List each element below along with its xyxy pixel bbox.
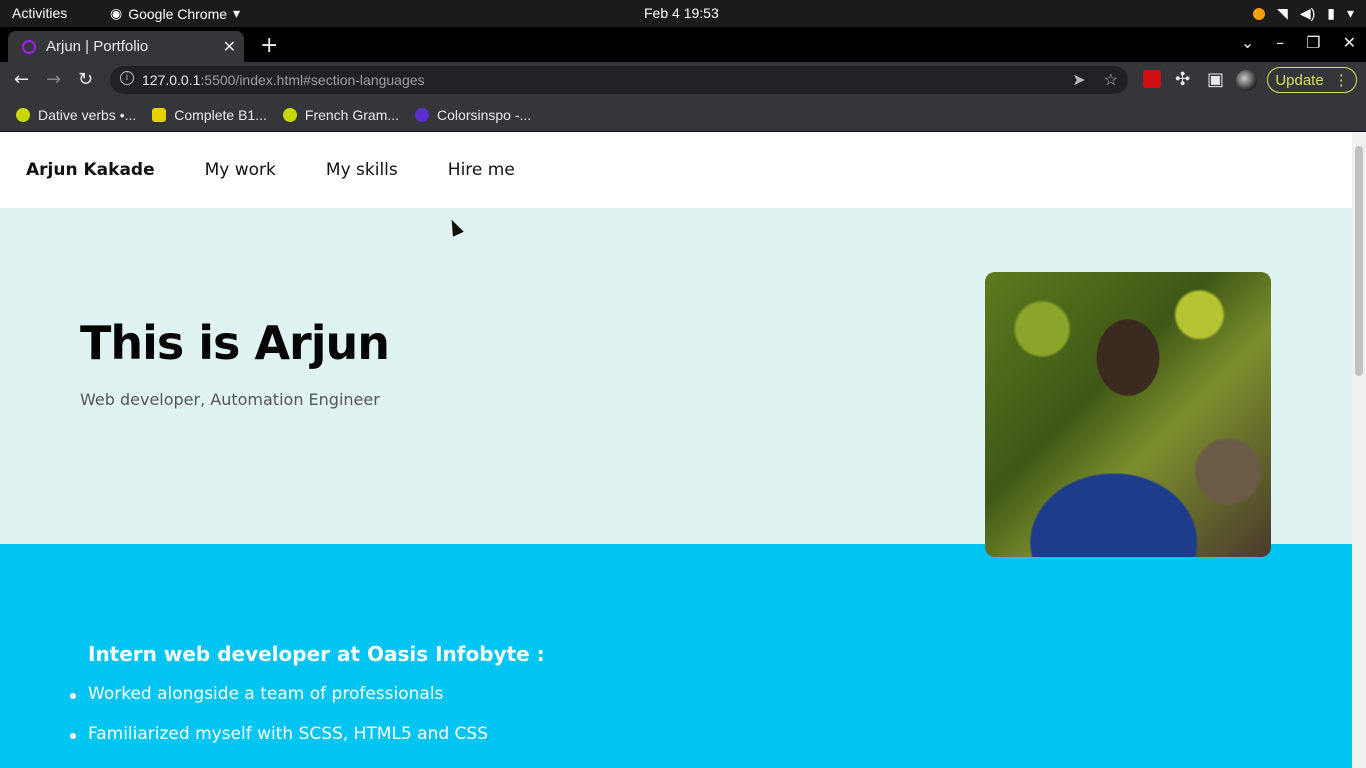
work-section: Intern web developer at Oasis Infobyte :…: [0, 544, 1352, 768]
profile-avatar[interactable]: [1236, 70, 1257, 91]
site-navbar: Arjun Kakade My work My skills Hire me: [0, 132, 1352, 208]
hero-title: This is Arjun: [80, 316, 390, 370]
window-controls: ⌄ – ❐ ✕: [1241, 33, 1356, 52]
chevron-down-icon: ▾: [1346, 5, 1354, 21]
nav-link-my-skills[interactable]: My skills: [326, 160, 398, 180]
tab-portfolio[interactable]: Arjun | Portfolio ✕: [8, 31, 244, 62]
browser-toolbar: ← → ↻ i 127.0.0.1:5500/index.html#sectio…: [0, 62, 1366, 98]
nav-link-hire-me[interactable]: Hire me: [448, 160, 515, 180]
address-bar[interactable]: i 127.0.0.1:5500/index.html#section-lang…: [110, 66, 1128, 94]
maximize-icon[interactable]: ❐: [1306, 33, 1320, 52]
profile-photo: [985, 272, 1271, 557]
work-list: Worked alongside a team of professionals…: [69, 684, 489, 764]
brand-logo[interactable]: Arjun Kakade: [26, 160, 155, 180]
scrollbar-thumb[interactable]: [1355, 146, 1363, 376]
app-name: Google Chrome: [128, 5, 228, 22]
bookmark-favicon-icon: [282, 107, 297, 122]
page-scrollbar[interactable]: [1352, 132, 1366, 768]
system-tray[interactable]: ◥ ◀) ▮ ▾: [1253, 5, 1354, 22]
bookmark-item[interactable]: French Gram...: [282, 107, 399, 123]
omnibox-actions: ➤ ☆: [1072, 70, 1118, 90]
page-viewport: Arjun Kakade My work My skills Hire me T…: [0, 132, 1352, 768]
update-label: Update: [1275, 71, 1324, 89]
bookmark-star-icon[interactable]: ☆: [1104, 70, 1118, 90]
favicon-icon: [22, 39, 36, 54]
url-text: 127.0.0.1:5500/index.html#section-langua…: [142, 72, 425, 88]
reload-icon[interactable]: ↻: [78, 69, 93, 90]
bookmark-item[interactable]: Dative verbs •...: [16, 107, 136, 123]
bookmark-favicon-icon: [152, 107, 167, 122]
tab-title: Arjun | Portfolio: [46, 38, 149, 55]
bookmark-item[interactable]: Colorsinspo -...: [415, 107, 531, 123]
clock[interactable]: Feb 4 19:53: [644, 5, 719, 21]
update-button[interactable]: Update ⋮: [1267, 67, 1357, 93]
back-arrow-icon[interactable]: ←: [14, 69, 29, 90]
chrome-icon: ◉: [110, 5, 123, 21]
extension-icon[interactable]: [1143, 70, 1161, 88]
nav-link-my-work[interactable]: My work: [205, 160, 276, 180]
hero-subtitle: Web developer, Automation Engineer: [80, 390, 380, 409]
more-menu-icon: ⋮: [1333, 72, 1349, 89]
forward-arrow-icon[interactable]: →: [46, 69, 61, 90]
extensions-puzzle-icon[interactable]: ✣: [1175, 69, 1190, 90]
tab-search-icon[interactable]: ⌄: [1241, 33, 1254, 52]
work-heading: Intern web developer at Oasis Infobyte :: [88, 642, 545, 666]
system-top-bar: Activities ◉ Google Chrome ▾ Feb 4 19:53…: [0, 0, 1366, 27]
bookmark-favicon-icon: [415, 107, 430, 122]
send-icon[interactable]: ➤: [1072, 70, 1085, 90]
minimize-icon[interactable]: –: [1276, 33, 1284, 52]
side-panel-icon[interactable]: ▣: [1207, 69, 1224, 90]
close-icon[interactable]: ✕: [223, 37, 236, 57]
close-window-icon[interactable]: ✕: [1343, 33, 1356, 52]
volume-icon: ◀): [1299, 5, 1316, 21]
wifi-icon: ◥: [1277, 5, 1288, 21]
notification-dot-icon: [1253, 7, 1266, 20]
app-menu[interactable]: ◉ Google Chrome ▾: [110, 5, 240, 22]
bookmarks-bar: Dative verbs •... Complete B1... French …: [0, 98, 1366, 132]
list-item: Worked alongside a team of professionals: [69, 684, 488, 704]
info-icon[interactable]: i: [120, 71, 134, 85]
bookmark-favicon-icon: [16, 107, 30, 122]
tab-strip: Arjun | Portfolio ✕ + ⌄ – ❐ ✕: [0, 27, 1366, 62]
chevron-down-icon: ▾: [233, 5, 241, 21]
battery-icon: ▮: [1327, 5, 1335, 21]
new-tab-button[interactable]: +: [260, 33, 278, 58]
list-item: Familiarized myself with SCSS, HTML5 and…: [69, 724, 489, 744]
bookmark-item[interactable]: Complete B1...: [152, 107, 267, 123]
activities-button[interactable]: Activities: [12, 5, 67, 21]
